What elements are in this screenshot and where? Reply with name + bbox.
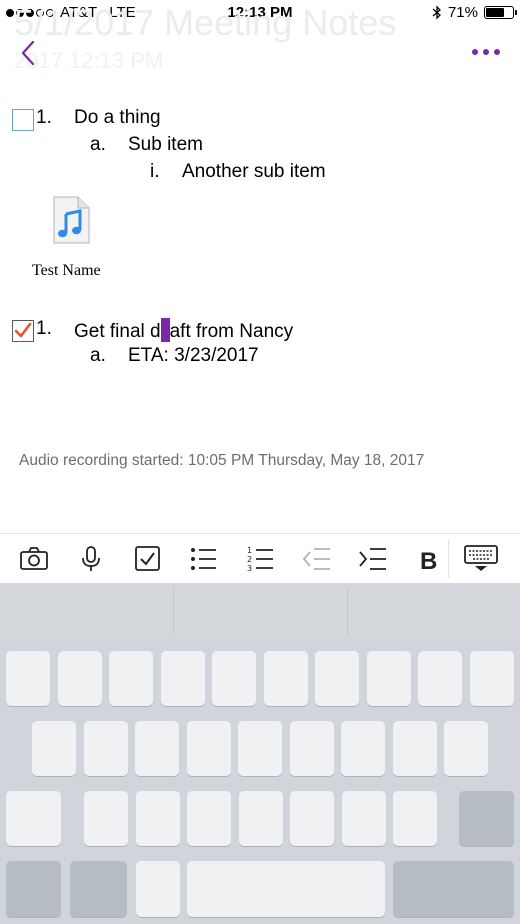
keyboard [0,583,520,924]
svg-text:3: 3 [247,564,252,573]
list-item-text[interactable]: Do a thing [74,107,161,129]
outdent-button[interactable] [301,544,333,574]
predictive-text-bar [0,583,520,639]
keyboard-key[interactable] [70,861,127,917]
svg-text:1: 1 [247,546,252,555]
more-options-button[interactable] [466,42,506,62]
sub-list-item-text[interactable]: Sub item [128,134,203,156]
status-right: 71% [432,4,517,21]
keyboard-key[interactable] [290,791,334,846]
sub-list-marker: a. [90,345,106,366]
indent-button[interactable] [357,544,389,574]
audio-recording-note: Audio recording started: 10:05 PM Thursd… [19,452,425,469]
keyboard-key[interactable] [187,791,231,846]
status-bar: AT&T LTE 12:13 PM 71% [0,0,520,26]
keyboard-key[interactable] [366,651,411,706]
keyboard-key[interactable] [160,651,205,706]
keyboard-key[interactable] [212,651,256,706]
text-before-cursor: Get final d [74,321,161,342]
keyboard-key[interactable] [32,721,76,776]
toolbar-divider [448,540,449,578]
todo-checkbox-unchecked[interactable] [12,109,34,131]
keyboard-key[interactable] [83,721,128,776]
indent-icon [359,548,386,570]
todo-checkbox-checked[interactable] [12,320,34,342]
keyboard-key[interactable] [238,721,282,776]
keyboard-key[interactable] [109,651,153,706]
keyboard-key[interactable] [289,721,334,776]
keyboard-key[interactable] [135,721,179,776]
svg-text:B: B [420,548,437,574]
sub-list-item-text[interactable]: ETA: 3/23/2017 [128,345,259,367]
bold-icon: B [420,548,437,574]
keyboard-key[interactable] [459,791,514,846]
todo-button[interactable] [132,544,164,574]
back-button[interactable] [18,38,42,68]
keyboard-key[interactable] [263,651,308,706]
camera-icon [20,547,48,570]
keyboard-key[interactable] [135,791,180,846]
more-dots-icon [472,49,478,55]
sub-sub-list-marker: i. [150,161,160,182]
keyboard-key[interactable] [6,791,61,846]
list-number: 1. [36,318,52,339]
dismiss-keyboard-icon [464,545,498,571]
dismiss-keyboard-button[interactable] [464,544,498,574]
outdent-icon [302,548,330,570]
bluetooth-icon [432,5,441,20]
keyboard-key[interactable] [341,791,386,846]
battery-level [486,8,505,17]
microphone-icon [82,546,100,571]
keyboard-key[interactable] [84,791,128,846]
microphone-button[interactable] [75,544,107,574]
bold-button[interactable]: B [414,544,438,574]
keyboard-key[interactable] [393,861,514,917]
checkmark-icon [14,322,32,338]
formatting-toolbar: 1 2 3 B [0,533,520,583]
sub-sub-list-item-text[interactable]: Another sub item [182,161,326,183]
keyboard-key[interactable] [238,791,283,846]
camera-button[interactable] [18,544,50,574]
bulleted-list-button[interactable] [188,544,220,574]
keyboard-key[interactable] [187,861,385,917]
keyboard-key[interactable] [392,721,437,776]
keyboard-key[interactable] [6,651,50,706]
text-after-cursor: aft from Nancy [169,321,294,342]
battery-percent: 71% [447,4,478,21]
numbered-list-icon: 1 2 3 [247,546,273,573]
keyboard-key[interactable] [6,861,61,917]
keyboard-key[interactable] [418,651,462,706]
keyboard-key[interactable] [469,651,514,706]
keyboard-key[interactable] [393,791,437,846]
list-item-text[interactable]: Get final d aft from Nancy [74,318,293,343]
music-file-icon [53,196,90,244]
battery-icon [484,6,517,19]
keyboard-key[interactable] [136,861,180,917]
attachment-name: Test Name [32,262,101,279]
sub-list-marker: a. [90,134,106,155]
bulleted-list-icon [191,548,216,570]
numbered-list-button[interactable]: 1 2 3 [245,544,277,574]
keyboard-key[interactable] [341,721,385,776]
keyboard-key[interactable] [444,721,488,776]
text-cursor [160,318,170,342]
attachment[interactable] [52,196,90,244]
keyboard-key[interactable] [57,651,102,706]
svg-text:2: 2 [247,555,252,564]
chevron-left-icon [21,40,35,66]
keyboard-key[interactable] [315,651,359,706]
todo-checkbox-icon [135,546,160,571]
list-number: 1. [36,107,52,128]
keyboard-key[interactable] [186,721,231,776]
